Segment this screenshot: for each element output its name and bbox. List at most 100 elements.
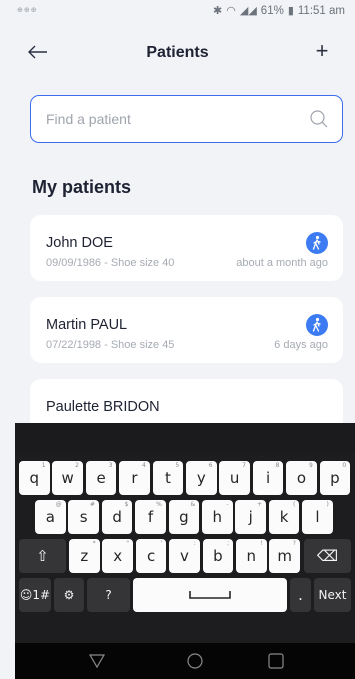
keyboard-suggestion-strip xyxy=(15,423,355,453)
key-hint: ; xyxy=(227,540,230,547)
key-p[interactable]: p0 xyxy=(319,461,351,495)
key-label: y xyxy=(196,469,206,487)
key-hint: 1 xyxy=(41,462,46,469)
patient-card[interactable]: Martin PAUL 07/22/1998 - Shoe size 45 6 … xyxy=(30,297,343,363)
last-visit: about a month ago xyxy=(236,257,328,269)
search-icon[interactable] xyxy=(309,109,329,129)
key-hint: : xyxy=(193,540,196,547)
onscreen-keyboard: q1w2e3r4t5y6u7i8o9p0 a @ s # d $ f% g & h - j + k(l) … xyxy=(15,423,355,643)
key-hint: % xyxy=(156,501,162,508)
key-hint: 8 xyxy=(275,462,280,469)
emoji-numbers-key[interactable]: ☺1# xyxy=(19,578,51,612)
key-label: b xyxy=(213,547,223,565)
key-label: d xyxy=(112,508,122,526)
nav-back-button[interactable] xyxy=(77,643,117,679)
status-indicators: ✱ ◠ ◢◢ 61% ▮ 11:51 am xyxy=(213,4,345,18)
search-input[interactable] xyxy=(46,109,296,129)
key-j[interactable]: j + xyxy=(235,500,266,534)
key-label: f xyxy=(147,508,154,526)
key-hint: 0 xyxy=(342,462,347,469)
key-d[interactable]: d $ xyxy=(101,500,133,534)
page-title: Patients xyxy=(146,44,209,61)
last-visit: 6 days ago xyxy=(274,339,328,351)
system-navigation-bar xyxy=(15,643,355,679)
shift-key[interactable]: ⇧ xyxy=(19,539,66,573)
key-o[interactable]: o9 xyxy=(286,461,317,495)
key-label: s xyxy=(79,508,88,526)
key-k[interactable]: k( xyxy=(268,500,300,534)
key-l[interactable]: l) xyxy=(302,500,333,534)
key-hint: & xyxy=(190,501,196,508)
key-m[interactable]: m? xyxy=(269,539,300,573)
patient-card[interactable]: John DOE 09/09/1986 - Shoe size 40 about… xyxy=(30,215,343,281)
space-icon xyxy=(189,591,231,599)
status-bar: ⊕⊕⊕ ✱ ◠ ◢◢ 61% ▮ 11:51 am xyxy=(0,0,355,24)
add-patient-button[interactable]: + xyxy=(309,38,335,66)
nav-home-button[interactable] xyxy=(175,643,215,679)
key-c[interactable]: c ' xyxy=(135,539,167,573)
walking-person-icon xyxy=(306,232,328,254)
key-e[interactable]: e3 xyxy=(85,461,117,495)
bluetooth-icon: ✱ xyxy=(213,5,223,17)
period-key[interactable]: . xyxy=(290,578,311,612)
key-hint: 7 xyxy=(242,462,246,469)
key-hint: 5 xyxy=(175,462,180,469)
patient-name: Martin PAUL xyxy=(46,317,128,333)
patient-details: 07/22/1998 - Shoe size 45 xyxy=(46,339,175,351)
clock: 11:51 am xyxy=(297,4,345,17)
key-label: p xyxy=(330,469,340,487)
key-f[interactable]: f% xyxy=(135,500,166,534)
key-r[interactable]: r4 xyxy=(119,461,150,495)
settings-key[interactable]: ⚙ xyxy=(54,578,84,612)
key-hint: ) xyxy=(326,501,329,508)
key-label: i xyxy=(266,469,271,487)
key-u[interactable]: u7 xyxy=(219,461,250,495)
key-label: m xyxy=(277,547,292,565)
key-g[interactable]: g & xyxy=(168,500,200,534)
key-label: u xyxy=(229,469,240,487)
key-hint: - xyxy=(226,501,229,508)
nav-recents-button[interactable] xyxy=(256,643,296,679)
question-key[interactable]: ? xyxy=(87,578,130,612)
key-h[interactable]: h- xyxy=(202,500,233,534)
key-hint: * xyxy=(92,540,96,547)
key-t[interactable]: t5 xyxy=(152,461,184,495)
key-hint: ? xyxy=(292,540,296,547)
space-key[interactable] xyxy=(133,578,287,612)
key-x[interactable]: x " xyxy=(102,539,133,573)
key-s[interactable]: s # xyxy=(68,500,99,534)
key-hint: 6 xyxy=(208,462,213,469)
key-label: z xyxy=(80,547,89,565)
key-z[interactable]: z * xyxy=(69,539,100,573)
backspace-key[interactable]: ⌫ xyxy=(304,539,351,573)
patient-name: John DOE xyxy=(46,235,113,251)
key-hint: # xyxy=(89,501,95,508)
key-w[interactable]: w2 xyxy=(52,461,83,495)
key-label: c xyxy=(146,547,156,565)
key-label: j xyxy=(248,508,253,526)
next-key[interactable]: Next xyxy=(314,578,351,612)
key-v[interactable]: v: xyxy=(169,539,200,573)
key-hint: 3 xyxy=(108,462,113,469)
app-header: Patients + xyxy=(0,38,355,70)
key-label: q xyxy=(29,469,40,487)
key-q[interactable]: q1 xyxy=(19,461,50,495)
notification-icons: ⊕⊕⊕ xyxy=(17,7,38,14)
battery-icon: ▮ xyxy=(287,5,294,17)
key-i[interactable]: i8 xyxy=(252,461,284,495)
key-hint: ( xyxy=(293,501,296,508)
key-y[interactable]: y6 xyxy=(186,461,217,495)
signal-icon: ◢◢ xyxy=(239,5,257,17)
key-b[interactable]: b; xyxy=(202,539,234,573)
key-label: x xyxy=(113,547,123,565)
key-hint: 4 xyxy=(141,462,146,469)
key-a[interactable]: a @ xyxy=(35,500,66,534)
battery-percent: 61% xyxy=(260,4,284,17)
key-n[interactable]: n! xyxy=(236,539,267,573)
patient-name: Paulette BRIDON xyxy=(46,399,160,415)
section-title: My patients xyxy=(32,177,132,197)
key-hint: @ xyxy=(55,501,62,508)
circle-home-icon xyxy=(187,653,203,669)
key-label: o xyxy=(296,469,307,487)
walking-person-icon xyxy=(306,314,328,336)
